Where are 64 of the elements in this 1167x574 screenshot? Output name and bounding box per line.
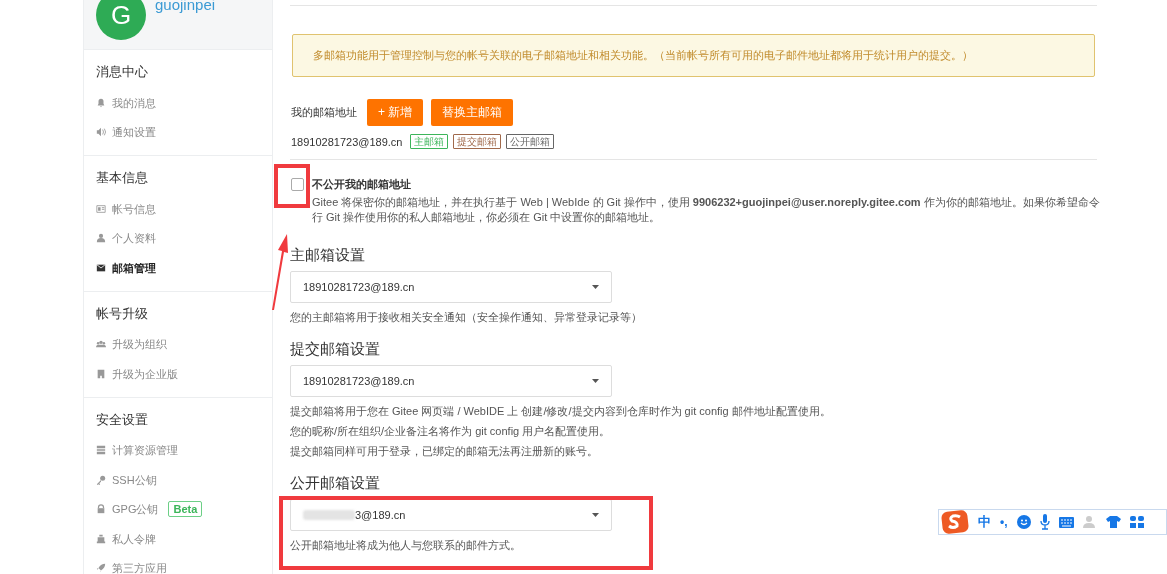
sidebar-heading: 帐号升级 bbox=[96, 304, 149, 322]
replace-button[interactable]: 替换主邮箱 bbox=[431, 98, 514, 126]
sidebar-heading: 消息中心 bbox=[96, 63, 149, 80]
checkbox[interactable] bbox=[291, 178, 304, 191]
microphone-icon[interactable] bbox=[1039, 514, 1050, 530]
sidebar-item[interactable]: GPG公钥 bbox=[96, 501, 159, 518]
sidebar-item[interactable]: 邮箱管理 bbox=[96, 259, 156, 276]
email-select[interactable]: 18910281723@189.cn bbox=[290, 365, 612, 397]
server-icon bbox=[96, 445, 106, 456]
sidebar-item[interactable]: 私人令牌 bbox=[96, 530, 156, 547]
email-tag: 主邮箱 bbox=[409, 134, 448, 150]
emoji-icon[interactable] bbox=[1016, 515, 1031, 529]
sidebar-item[interactable]: 通知设置 bbox=[96, 124, 156, 141]
avatar: G bbox=[96, 0, 146, 40]
sidebar-heading: 基本信息 bbox=[96, 169, 149, 186]
shirt-icon[interactable] bbox=[1105, 516, 1121, 528]
email-tag: 公开邮箱 bbox=[505, 134, 554, 150]
email-tag: 提交邮箱 bbox=[452, 134, 501, 150]
id-card-icon bbox=[96, 203, 106, 214]
s-logo-icon[interactable] bbox=[941, 510, 969, 534]
username[interactable]: guojinpei bbox=[155, 0, 216, 17]
section-heading: 主邮箱设置 bbox=[290, 245, 366, 265]
help-text: 您的主邮箱将用于接收相关安全通知（安全操作通知、异常登录记录等） bbox=[290, 310, 643, 325]
caret-icon bbox=[592, 513, 599, 517]
sidebar-item[interactable]: 升级为组织 bbox=[96, 336, 167, 353]
caret-icon bbox=[592, 285, 599, 289]
sidebar-item[interactable]: 个人资料 bbox=[96, 230, 156, 247]
grid-icon[interactable] bbox=[1129, 515, 1145, 529]
users-icon bbox=[96, 339, 106, 350]
lock-icon bbox=[96, 504, 106, 515]
help-text: 提交邮箱将用于您在 Gitee 网页端 / WebIDE 上 创建/修改/提交内容到仓库时作为 git config 邮件地址配置使用。 bbox=[290, 404, 832, 419]
building-icon bbox=[96, 368, 106, 379]
input-mode-toggle[interactable]: 中 bbox=[978, 512, 991, 532]
bell-icon bbox=[96, 97, 106, 108]
section-heading: 公开邮箱设置 bbox=[290, 473, 381, 493]
sidebar-heading: 安全设置 bbox=[96, 410, 149, 428]
user-icon bbox=[96, 233, 106, 244]
keyboard-icon[interactable] bbox=[1058, 516, 1074, 528]
sidebar-item[interactable]: 我的消息 bbox=[96, 94, 156, 111]
help-text: 您的昵称/所在组织/企业备注名将作为 git config 用户名配置使用。 bbox=[290, 424, 612, 439]
email-address: 18910281723@189.cn bbox=[291, 134, 403, 150]
checkbox-label: 不公开我的邮箱地址 bbox=[312, 177, 412, 191]
rocket-icon bbox=[96, 563, 106, 574]
help-text: 公开邮箱地址将成为他人与您联系的邮件方式。 bbox=[290, 538, 522, 553]
field-label: 我的邮箱地址 bbox=[291, 104, 357, 120]
sidebar-item[interactable]: 计算资源管理 bbox=[96, 442, 178, 459]
sidebar-item[interactable]: 第三方应用 bbox=[96, 560, 167, 574]
section-heading: 提交邮箱设置 bbox=[290, 339, 381, 359]
email-select[interactable]: 18910281723@189.cn bbox=[290, 271, 612, 303]
email-select[interactable]: 3@189.cn bbox=[290, 499, 612, 531]
key-icon bbox=[96, 474, 106, 485]
highlight-box bbox=[274, 164, 310, 208]
sidebar-item[interactable]: 升级为企业版 bbox=[96, 365, 178, 382]
beta-badge: Beta bbox=[168, 501, 203, 518]
sidebar-item[interactable]: 帐号信息 bbox=[96, 200, 156, 217]
help-text: 提交邮箱同样可用于登录，已绑定的邮箱无法再注册新的账号。 bbox=[290, 444, 599, 459]
speaker-icon bbox=[96, 127, 106, 138]
sidebar-item[interactable]: SSH公钥 bbox=[96, 471, 157, 488]
description-text: Gitee 将保密你的邮箱地址，并在执行基于 Web | WebIde 的 Git 操作中，使用 9906232+guojinpei@user.noreply.gitee.com 作为你的邮箱地址。如果你希望命令行 Git 操作使用你的私人邮箱地址，你必须在 Git 中设置你的邮箱地址。 bbox=[312, 195, 1101, 225]
add-button[interactable]: + 新增 bbox=[367, 98, 424, 126]
envelope-icon bbox=[96, 262, 106, 273]
notice-banner: 多邮箱功能用于管理控制与您的帐号关联的电子邮箱地址和相关功能。（当前帐号所有可用的电子邮件地址都将用于统计用户的提交。） bbox=[292, 34, 1095, 77]
caret-icon bbox=[592, 379, 599, 383]
punctuation-toggle[interactable]: •, bbox=[1000, 513, 1008, 531]
